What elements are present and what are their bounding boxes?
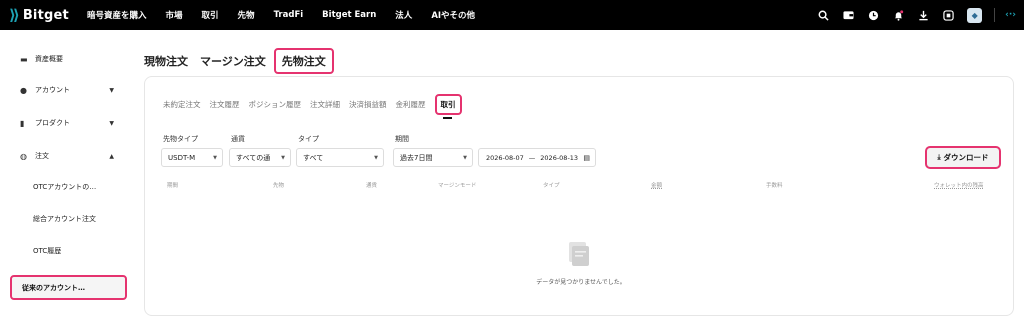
type-select[interactable]: すべて ▼ bbox=[296, 148, 384, 167]
sidebar-item-products[interactable]: ▮ プロダクト bbox=[20, 115, 70, 131]
history-subtabs: 未約定注文 注文履歴 ポジション履歴 注文詳細 決済損益額 金利履歴 取引 bbox=[163, 94, 471, 119]
folder-icon: ▬ bbox=[20, 54, 28, 64]
subtab-interest-history[interactable]: 金利履歴 bbox=[396, 99, 426, 110]
subtab-open-orders[interactable]: 未約定注文 bbox=[163, 99, 201, 110]
person-icon: ● bbox=[20, 85, 27, 95]
sidebar-item-orders[interactable]: ◍ 注文 bbox=[20, 148, 49, 164]
futures-type-select[interactable]: USDT-M ▼ bbox=[161, 148, 223, 167]
download-icon: ⤓ bbox=[937, 153, 941, 161]
period-select[interactable]: 過去7日間 ▼ bbox=[393, 148, 473, 167]
orders-panel: 未約定注文 注文履歴 ポジション履歴 注文詳細 決済損益額 金利履歴 取引 先物… bbox=[144, 76, 1014, 316]
nav-right-icons: ◆ ‹·› bbox=[805, 0, 1016, 30]
brand-name: Bitget bbox=[22, 7, 69, 23]
type-value: すべて bbox=[303, 153, 324, 162]
grid-icon[interactable] bbox=[942, 9, 955, 22]
sidebar: ▬ 資産概要 ● アカウント ▼ ▮ プロダクト ▼ ◍ 注文 ▲ OTCアカウ… bbox=[0, 30, 132, 306]
currency-select[interactable]: すべての通 ▼ bbox=[229, 148, 291, 167]
sidebar-sub-classic-account[interactable]: 従来のアカウント… bbox=[10, 275, 127, 300]
period-label: 期間 bbox=[395, 135, 409, 143]
chevron-down-icon: ▼ bbox=[281, 154, 285, 161]
sidebar-sub-otc-history[interactable]: OTC履歴 bbox=[33, 246, 61, 256]
chevron-down-icon: ▼ bbox=[463, 154, 467, 161]
date-from: 2026-08-07 bbox=[486, 153, 524, 162]
chevron-down-icon: ▼ bbox=[213, 154, 217, 161]
chevron-down-icon: ▼ bbox=[374, 154, 378, 161]
top-nav-bar: ⟫ Bitget 暗号資産を購入 市場 取引 先物 TradFi Bitget … bbox=[0, 0, 1024, 30]
nav-item-tradfi[interactable]: TradFi bbox=[274, 10, 304, 20]
nav-item-futures[interactable]: 先物 bbox=[238, 9, 255, 21]
futures-type-label: 先物タイプ bbox=[163, 135, 198, 143]
tab-spot-orders[interactable]: 現物注文 bbox=[144, 53, 188, 69]
column-header-wallet-balance[interactable]: ウォレット内の残高 bbox=[934, 181, 984, 189]
orders-icon: ◍ bbox=[20, 151, 27, 161]
tab-futures-orders[interactable]: 先物注文 bbox=[273, 48, 334, 74]
nav-item-markets[interactable]: 市場 bbox=[166, 9, 183, 21]
bell-icon[interactable] bbox=[892, 9, 905, 22]
nav-item-trade[interactable]: 取引 bbox=[202, 9, 219, 21]
column-header-period: 期間 bbox=[167, 183, 179, 189]
nav-divider bbox=[994, 8, 996, 22]
nav-item-ai-more[interactable]: AIやその他 bbox=[431, 9, 475, 21]
currency-value: すべての通 bbox=[236, 153, 271, 162]
column-header-currency: 通貨 bbox=[366, 183, 378, 189]
sidebar-item-label: 資産概要 bbox=[35, 55, 63, 63]
avatar-icon[interactable]: ◆ bbox=[967, 7, 983, 23]
wallet-icon[interactable] bbox=[842, 9, 855, 22]
calendar-icon: ▤ bbox=[583, 153, 590, 162]
tab-margin-orders[interactable]: マージン注文 bbox=[200, 53, 266, 69]
currency-label: 通貨 bbox=[231, 135, 245, 143]
empty-state-text: データが見つかりませんでした。 bbox=[536, 279, 626, 286]
download-icon[interactable] bbox=[917, 9, 930, 22]
column-header-margin-mode: マージンモード bbox=[438, 183, 477, 189]
chart-icon: ▮ bbox=[20, 118, 25, 128]
subtab-realized-pnl[interactable]: 決済損益額 bbox=[349, 99, 387, 110]
period-value: 過去7日間 bbox=[400, 153, 433, 162]
column-header-type: タイプ bbox=[543, 183, 560, 189]
sidebar-sub-label: 従来のアカウント… bbox=[22, 284, 85, 292]
history-icon[interactable] bbox=[867, 9, 880, 22]
sidebar-item-account[interactable]: ● アカウント bbox=[20, 82, 120, 98]
download-button[interactable]: ⤓ ダウンロード bbox=[925, 146, 1001, 169]
sidebar-item-label: 注文 bbox=[35, 152, 49, 160]
subtab-order-details[interactable]: 注文詳細 bbox=[310, 99, 340, 110]
futures-type-value: USDT-M bbox=[168, 153, 196, 162]
type-label: タイプ bbox=[298, 135, 319, 143]
subtab-position-history[interactable]: ポジション履歴 bbox=[249, 99, 302, 110]
sidebar-sub-otc-account[interactable]: OTCアカウントの… bbox=[33, 182, 96, 192]
sidebar-item-label: アカウント bbox=[35, 86, 70, 94]
subtab-transactions[interactable]: 取引 bbox=[434, 94, 462, 119]
empty-state-icon bbox=[566, 240, 592, 268]
chevron-down-icon[interactable]: ▼ bbox=[109, 87, 114, 94]
column-header-futures: 先物 bbox=[273, 183, 285, 189]
nav-item-institutional[interactable]: 法人 bbox=[395, 9, 412, 21]
nav-item-earn[interactable]: Bitget Earn bbox=[322, 10, 376, 20]
sidebar-item-assets[interactable]: ▬ 資産概要 bbox=[20, 51, 63, 67]
sidebar-item-label: プロダクト bbox=[35, 119, 70, 127]
date-to: 2026-08-13 bbox=[540, 153, 579, 162]
order-type-tabs: 現物注文 マージン注文 先物注文 bbox=[144, 48, 346, 74]
brand-logo[interactable]: ⟫ Bitget bbox=[9, 6, 87, 24]
main-nav: 暗号資産を購入 市場 取引 先物 TradFi Bitget Earn 法人 A… bbox=[87, 9, 494, 21]
bitget-logo-icon: ⟫ bbox=[9, 6, 20, 24]
nav-item-buy-crypto[interactable]: 暗号資産を購入 bbox=[87, 9, 147, 21]
chevron-down-icon[interactable]: ▼ bbox=[109, 120, 114, 127]
download-label: ダウンロード bbox=[943, 153, 989, 162]
column-header-fee: 手数料 bbox=[766, 183, 783, 189]
chevron-up-icon[interactable]: ▲ bbox=[109, 153, 114, 160]
sidebar-sub-unified-orders[interactable]: 総合アカウント注文 bbox=[33, 214, 96, 224]
column-header-amount[interactable]: 金額 bbox=[651, 181, 662, 189]
search-icon[interactable] bbox=[817, 9, 830, 22]
date-range-picker[interactable]: 2026-08-07 — 2026-08-13 ▤ bbox=[478, 148, 596, 167]
signal-icon[interactable]: ‹·› bbox=[1005, 10, 1016, 20]
date-separator: — bbox=[528, 153, 536, 162]
subtab-order-history[interactable]: 注文履歴 bbox=[210, 99, 240, 110]
